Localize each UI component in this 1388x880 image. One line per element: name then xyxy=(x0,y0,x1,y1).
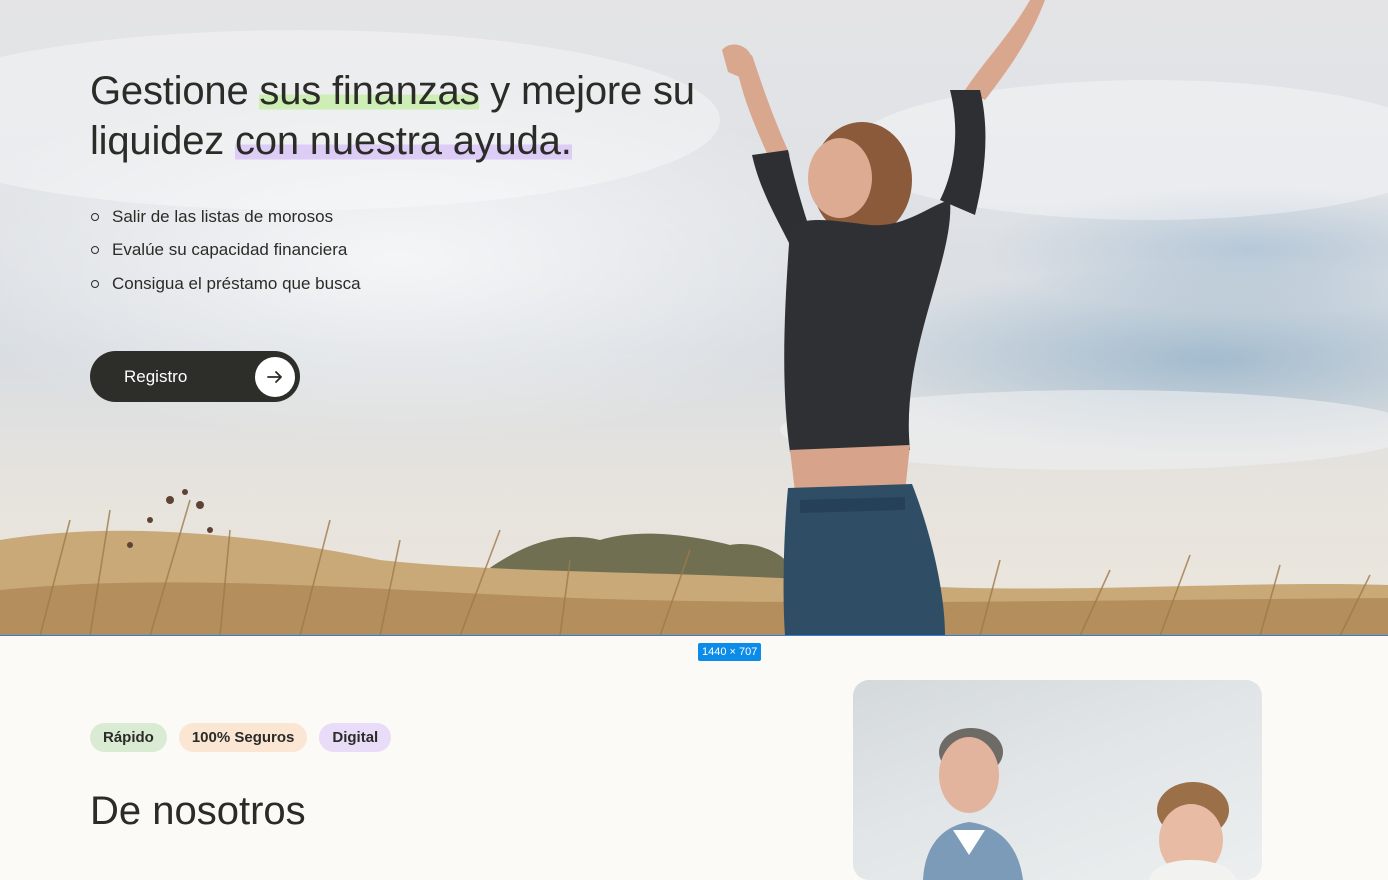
hero-title: Gestione sus finanzas y mejore su liquid… xyxy=(90,66,710,166)
about-photo xyxy=(853,680,1262,880)
list-item: Evalúe su capacidad financiera xyxy=(90,234,710,268)
register-button-label: Registro xyxy=(124,366,188,386)
team-photo xyxy=(923,728,1237,880)
hero-title-part1: Gestione xyxy=(90,69,260,113)
about-title: De nosotros xyxy=(90,789,306,833)
hero-section: Gestione sus finanzas y mejore su liquid… xyxy=(0,0,1388,636)
cloud xyxy=(850,80,1388,220)
list-item: Salir de las listas de morosos xyxy=(90,200,710,234)
selection-outline xyxy=(0,635,1388,636)
feature-tags: Rápido 100% Seguros Digital xyxy=(90,723,392,752)
list-item-text: Evalúe su capacidad financiera xyxy=(112,240,348,260)
circle-outline-icon xyxy=(91,246,99,255)
hero-benefits-list: Salir de las listas de morosos Evalúe su… xyxy=(90,200,710,301)
arrow-right-icon xyxy=(255,356,295,397)
tag-secure: 100% Seguros xyxy=(178,723,308,752)
tag-fast: Rápido xyxy=(90,723,167,752)
hero-title-highlight-purple: con nuestra ayuda. xyxy=(234,119,572,163)
circle-outline-icon xyxy=(91,279,99,288)
list-item-text: Salir de las listas de morosos xyxy=(112,206,334,226)
register-button[interactable]: Registro xyxy=(90,351,300,402)
circle-outline-icon xyxy=(91,212,99,221)
tag-digital: Digital xyxy=(319,723,392,752)
list-item-text: Consigua el préstamo que busca xyxy=(112,273,361,293)
frame-size-badge: 1440 × 707 xyxy=(698,643,762,661)
hero-title-highlight-green: sus finanzas xyxy=(259,69,480,113)
list-item: Consigua el préstamo que busca xyxy=(90,267,710,301)
hero-content: Gestione sus finanzas y mejore su liquid… xyxy=(90,66,710,301)
